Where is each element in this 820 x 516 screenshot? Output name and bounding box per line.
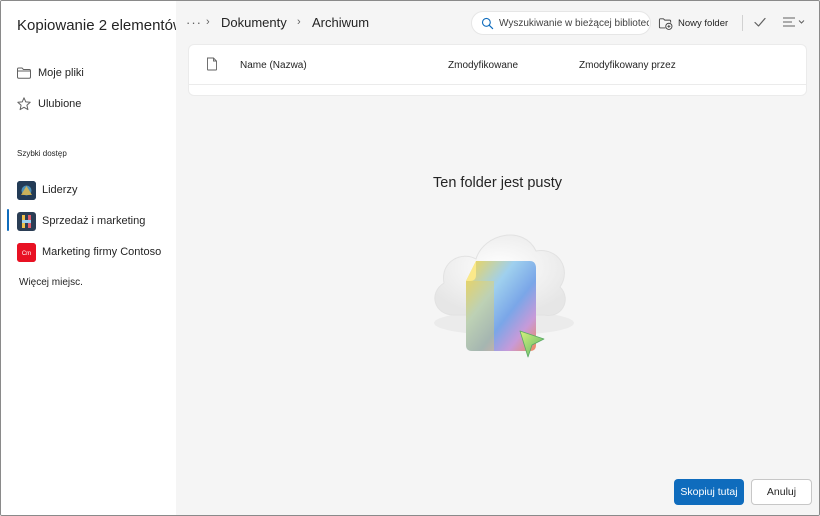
column-header-modified[interactable]: Zmodyfikowane	[448, 60, 518, 71]
table-header: Name (Nazwa) Zmodyfikowane Zmodyfikowany…	[189, 45, 806, 85]
list-view-icon	[783, 17, 805, 27]
search-icon	[481, 17, 494, 30]
dialog-title: Kopiowanie 2 elementów	[17, 17, 184, 34]
site-item-label: Sprzedaż i marketing	[42, 215, 146, 227]
sidebar-item-favorites[interactable]: Ulubione	[1, 90, 176, 118]
select-mode-button[interactable]	[751, 13, 769, 31]
breadcrumb-item[interactable]: Dokumenty	[221, 15, 287, 30]
svg-text:Cm: Cm	[22, 251, 31, 257]
checkmark-icon	[754, 17, 766, 27]
new-folder-button[interactable]: Nowy folder	[658, 14, 728, 32]
star-icon	[17, 97, 31, 111]
site-thumbnail-icon	[17, 211, 36, 231]
copy-here-button[interactable]: Skopiuj tutaj	[674, 479, 744, 505]
column-header-modified-by[interactable]: Zmodyfikowany przez	[579, 60, 676, 71]
toolbar-divider	[742, 15, 743, 31]
new-folder-icon	[658, 17, 673, 30]
cancel-button[interactable]: Anuluj	[751, 479, 812, 505]
search-input[interactable]	[499, 15, 649, 31]
column-header-name[interactable]: Name (Nazwa)	[240, 60, 307, 71]
file-list: Name (Nazwa) Zmodyfikowane Zmodyfikowany…	[188, 44, 807, 96]
quick-access-heading: Szybki dostęp	[17, 149, 67, 158]
site-item-label: Marketing firmy Contoso	[42, 246, 162, 258]
more-places-link[interactable]: Więcej miejsc.	[19, 277, 83, 288]
search-box[interactable]	[471, 11, 651, 35]
breadcrumb-item-current[interactable]: Archiwum	[312, 15, 369, 30]
site-item-contoso-marketing[interactable]: Cm Marketing firmy Contoso	[1, 239, 176, 265]
sidebar-item-label: Ulubione	[38, 98, 82, 110]
breadcrumb-overflow-button[interactable]: ···	[186, 15, 202, 30]
sidebar: Kopiowanie 2 elementów Moje pliki Ulubio…	[1, 1, 184, 515]
sidebar-item-label: Moje pliki	[38, 67, 84, 79]
file-type-icon[interactable]	[206, 57, 218, 71]
copy-dialog: Kopiowanie 2 elementów Moje pliki Ulubio…	[0, 0, 820, 516]
site-item-label: Liderzy	[42, 184, 78, 196]
sidebar-item-my-files[interactable]: Moje pliki	[1, 59, 176, 87]
folder-icon	[17, 67, 31, 79]
site-thumbnail-icon	[17, 180, 36, 200]
toolbar: ··· › Dokumenty › Archiwum Wyszukiwanie …	[176, 1, 819, 43]
chevron-right-icon: ›	[297, 16, 301, 28]
chevron-right-icon: ›	[206, 16, 210, 28]
empty-folder-illustration	[434, 234, 574, 358]
main-pane: ··· › Dokumenty › Archiwum Wyszukiwanie …	[176, 1, 819, 515]
site-item-liderzy[interactable]: Liderzy	[1, 177, 176, 203]
site-thumbnail-icon: Cm	[17, 242, 36, 262]
new-folder-label: Nowy folder	[678, 17, 729, 29]
site-item-sales-marketing[interactable]: Sprzedaż i marketing	[1, 208, 176, 234]
empty-state-title: Ten folder jest pusty	[433, 175, 562, 191]
view-options-button[interactable]	[780, 13, 808, 31]
